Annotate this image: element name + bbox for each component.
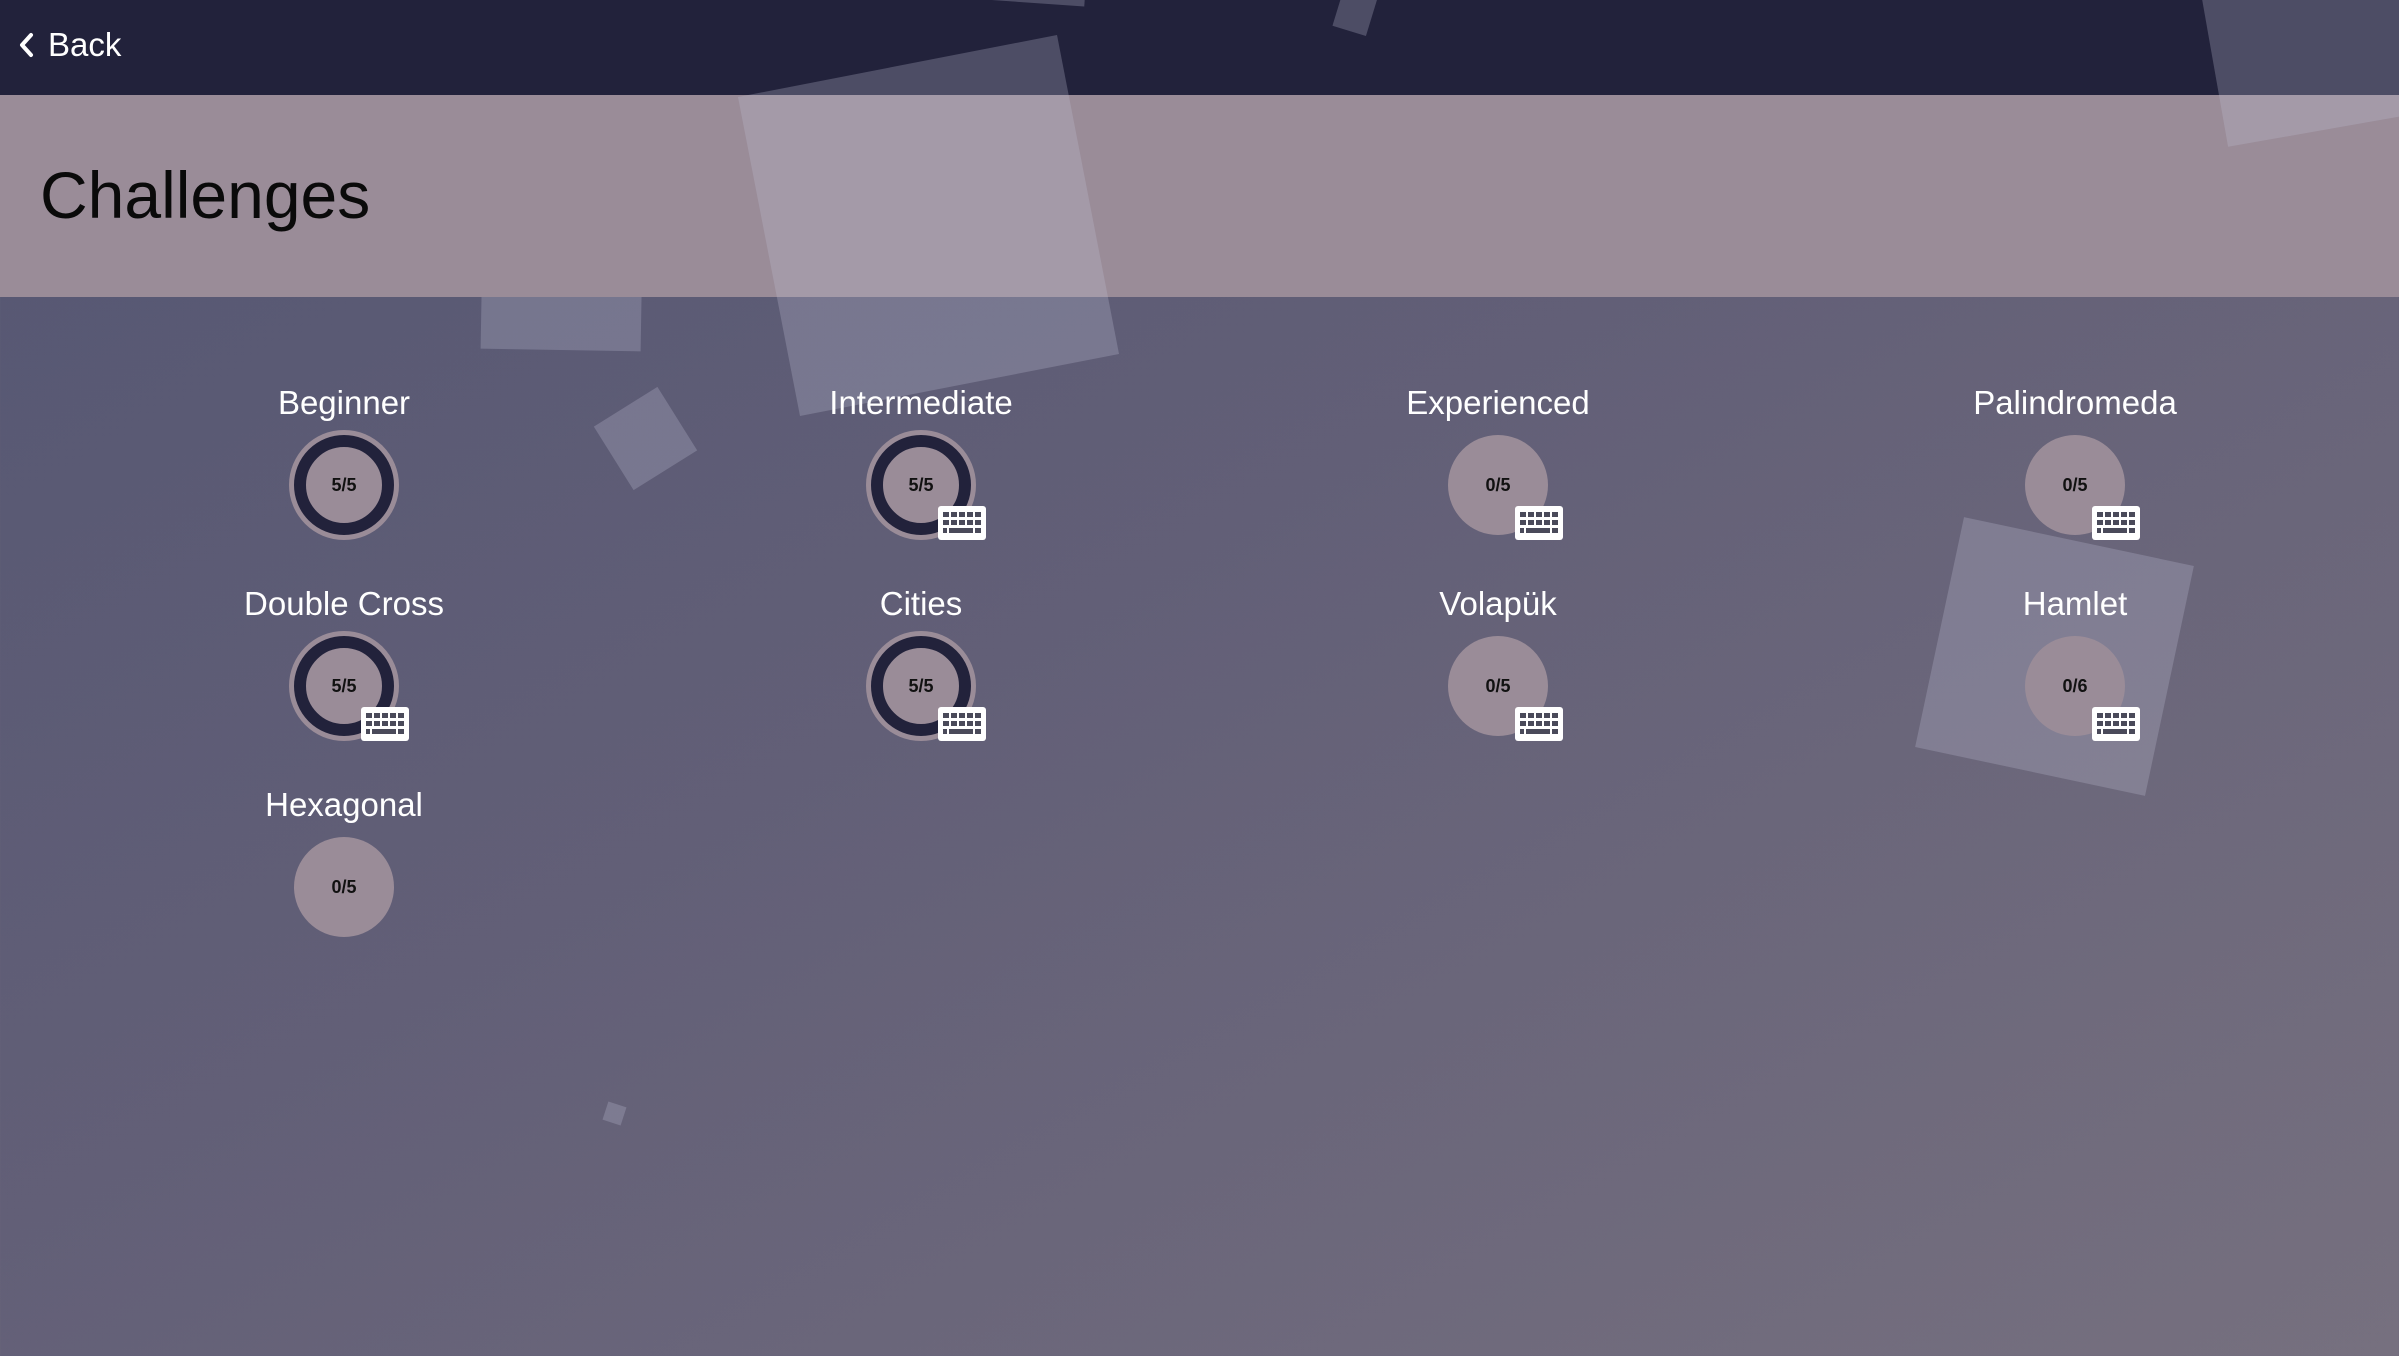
- level-name: Hexagonal: [265, 786, 423, 823]
- level-score: 0/5: [331, 876, 357, 897]
- level-name: Intermediate: [829, 384, 1013, 421]
- back-button[interactable]: Back: [18, 20, 121, 70]
- level-name: Palindromeda: [1973, 384, 2177, 421]
- keyboard-icon: [361, 707, 409, 741]
- level-card[interactable]: Palindromeda 0/5: [1895, 383, 2255, 563]
- level-name: Cities: [879, 585, 963, 622]
- level-name: Experienced: [1406, 384, 1590, 421]
- level-card[interactable]: Beginner 5/5: [164, 383, 524, 563]
- level-card[interactable]: Double Cross 5/5: [164, 584, 524, 764]
- level-name: Hamlet: [2022, 585, 2128, 622]
- level-card[interactable]: Cities 5/5: [741, 584, 1101, 764]
- keyboard-icon: [938, 707, 986, 741]
- progress-circle[interactable]: 0/5: [294, 837, 394, 937]
- level-name: Volapük: [1439, 585, 1557, 622]
- background-square: [602, 1101, 627, 1126]
- page-title: Challenges: [40, 158, 371, 232]
- level-card[interactable]: Hamlet 0/6: [1895, 584, 2255, 764]
- back-label: Back: [48, 26, 122, 63]
- level-card[interactable]: Hexagonal 0/5: [164, 785, 524, 965]
- chevron-left-icon: [20, 33, 33, 57]
- page-header: Challenges: [0, 95, 2399, 297]
- level-card[interactable]: Intermediate 5/5: [741, 383, 1101, 563]
- keyboard-icon: [938, 506, 986, 540]
- level-card[interactable]: Volapük 0/5: [1318, 584, 1678, 764]
- keyboard-icon: [1515, 506, 1563, 540]
- progress-circle[interactable]: 5/5: [294, 435, 394, 535]
- level-name: Beginner: [277, 384, 411, 421]
- level-name: Double Cross: [244, 585, 444, 622]
- level-card[interactable]: Experienced 0/5: [1318, 383, 1678, 563]
- background-square: [593, 386, 698, 491]
- top-bar: Back: [0, 0, 2399, 95]
- keyboard-icon: [2092, 506, 2140, 540]
- keyboard-icon: [2092, 707, 2140, 741]
- level-score: 5/5: [331, 474, 357, 495]
- keyboard-icon: [1515, 707, 1563, 741]
